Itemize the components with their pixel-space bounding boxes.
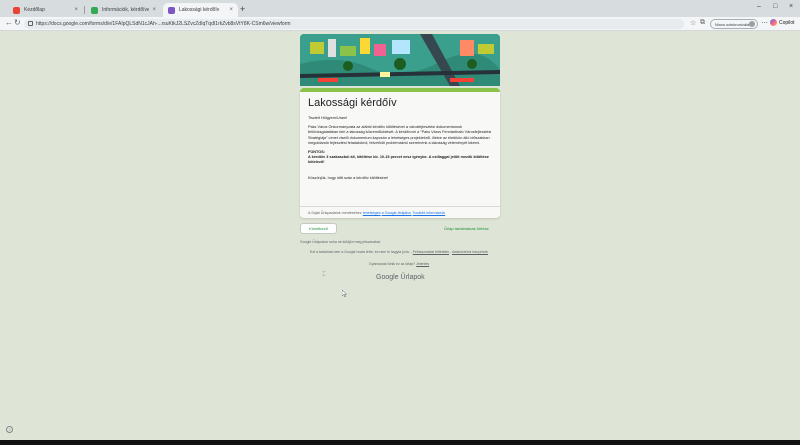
form-header-image [300,34,500,86]
avatar [749,21,755,27]
back-icon[interactable]: ← [5,18,13,27]
clear-form-link[interactable]: Űrlap tartalmának törlése [444,226,489,231]
more-info-link[interactable]: További információk [413,211,446,215]
city-illustration [300,34,500,86]
intro-text: Paks Város Önkormányzata az alábbi kérdő… [308,125,492,145]
sign-in-link-account[interactable]: a Google-fiókjába. [382,211,412,215]
favorite-star-icon[interactable]: ☆ [690,19,696,27]
tab-home[interactable]: Kezdőlap × [8,3,83,17]
sign-in-link[interactable]: lehetséges [363,211,381,215]
disclaimer-text: Ezt a tartalmat nem a Google hozta létre… [310,250,412,254]
important-text: A kérdőív 3 szakaszból áll, kitöltése kb… [308,155,489,165]
report-abuse: Gyanúsnak tűnik ez az űrlap? Jelentés [369,262,429,266]
thanks-text: Köszönjük, hogy időt szán a kérdőív kitö… [308,175,389,180]
tab-favicon-icon [13,6,20,14]
tab-strip: Kezdőlap × Információk, kérdőívek leírás… [0,0,800,17]
tab-info[interactable]: Információk, kérdőívek leírásai × [86,3,161,17]
taskbar-edge [0,440,800,445]
text-cursor-icon: ⌶ [322,272,326,278]
terms-link[interactable]: Felhasználási feltételek [413,250,449,254]
copilot-label: Copilot [779,19,795,26]
close-icon[interactable]: × [152,7,156,13]
close-icon[interactable]: × [74,7,78,13]
privacy-link[interactable]: Adatvédelmi irányelvek [452,250,488,254]
tab-label: Információk, kérdőívek leírásai [102,7,150,13]
address-url: https://docs.google.com/forms/d/e/1FAIpQ… [36,21,291,27]
copilot-icon [770,19,777,26]
form-description-card: Lakossági kérdőív Tisztelt Hölgyem/Uram!… [300,88,500,218]
new-tab-button[interactable]: + [240,4,245,14]
tab-label: Lakossági kérdőív [179,7,220,13]
sync-status-button[interactable]: Nincs szinkronizálás [710,19,758,29]
help-icon[interactable]: ? [6,426,13,433]
form-title: Lakossági kérdőív [308,97,397,109]
address-bar[interactable]: https://docs.google.com/forms/d/e/1FAIpQ… [24,19,684,29]
next-button[interactable]: Következő [300,223,337,234]
copilot-button[interactable]: Copilot [770,19,795,26]
note-prefix: A Saját Űrlapadatok mentéséhez [308,211,362,215]
save-progress-note: A Saját Űrlapadatok mentéséhez lehetsége… [300,206,500,218]
greeting: Tisztelt Hölgyem/Uram! [308,116,348,120]
site-info-icon[interactable] [28,21,33,26]
report-link[interactable]: Jelentés [416,262,429,266]
sync-label: Nincs szinkronizálás [715,21,752,27]
more-menu-icon[interactable]: ⋯ [761,19,768,27]
form-description: Tisztelt Hölgyem/Uram! Paks Város Önkorm… [308,116,492,185]
tab-lakossagi-kerdoiv[interactable]: Lakossági kérdőív × [163,3,238,17]
tab-label: Kezdőlap [24,7,45,13]
tab-separator [84,6,85,14]
tab-favicon-icon [91,6,98,14]
minimize-icon[interactable]: – [757,3,761,10]
browser-toolbar: ← ↻ https://docs.google.com/forms/d/e/1F… [0,17,800,31]
reload-icon[interactable]: ↻ [14,18,21,27]
password-warning: Google Űrlapokon soha ne küldjön meg jel… [300,240,381,244]
disclaimer: Ezt a tartalmat nem a Google hozta létre… [310,250,489,254]
extensions-icon[interactable]: ⧉ [700,19,705,27]
report-text: Gyanúsnak tűnik ez az űrlap? [369,262,416,266]
browser-window: Kezdőlap × Információk, kérdőívek leírás… [0,0,800,440]
forms-favicon-icon [168,6,175,14]
close-icon[interactable]: × [229,7,233,13]
google-forms-logo: Google Űrlapok [376,274,425,281]
mouse-pointer-icon [342,290,347,297]
maximize-icon[interactable]: □ [773,3,777,10]
close-window-icon[interactable]: × [789,3,793,10]
